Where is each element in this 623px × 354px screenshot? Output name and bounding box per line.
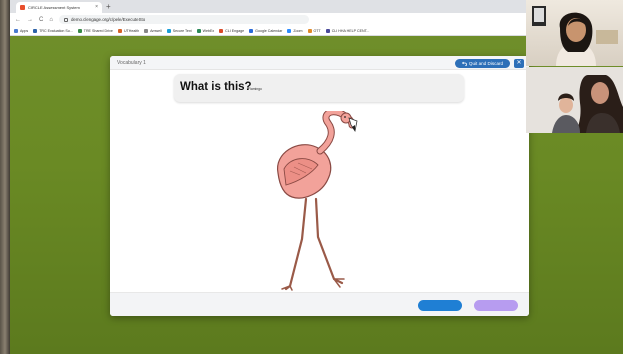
bookmark-label: Secure Text [172,28,192,33]
bookmark-item[interactable]: WebEx [196,28,215,33]
primary-action-button[interactable] [418,300,462,311]
bookmark-icon [166,28,171,33]
flamingo-image [277,111,358,291]
url-input[interactable]: demo.clengage.org/c/pele/ExecuteSto [58,15,309,24]
browser-tab[interactable]: CIRCLE Assessment System × [16,2,102,13]
bookmark-item[interactable]: TRC Evaluation Su... [33,28,73,33]
bookmark-label: CLI HHA HELP CENT... [331,28,370,33]
bookmark-item[interactable]: TRE Shared Drive [77,28,113,33]
bookmark-item[interactable]: Apps [14,28,29,33]
bookmark-icon [219,28,224,33]
secondary-action-button[interactable] [474,300,518,311]
undo-icon [461,61,467,66]
bookmark-item[interactable]: Amwell [144,28,162,33]
question-text: What is this? [180,81,252,93]
question-card: What is this? Flamingo [174,74,464,102]
bookmark-icon [307,28,312,33]
bookmark-icon [33,28,38,33]
close-tab-icon[interactable]: × [95,5,98,10]
new-tab-icon[interactable]: + [106,2,111,11]
modal-footer [110,292,529,316]
participant-1-avatar [532,6,618,66]
modal-header: Vocabulary 1 Quit and Discard ✕ [110,56,529,70]
bookmark-label: TRE Shared Drive [83,28,113,33]
bookmark-icon [325,28,330,33]
bookmark-icon [117,28,122,33]
bookmark-item[interactable]: UTHealth [117,28,140,33]
favicon-icon [20,5,25,10]
bookmark-label: TRC Evaluation Su... [39,28,73,33]
bookmark-icon [144,28,149,33]
bookmark-label: UTHealth [123,28,140,33]
close-icon[interactable]: ✕ [514,59,524,68]
bookmark-item[interactable]: CLI Engage [219,28,245,33]
bookmark-label: Google Calendar [255,28,283,33]
bookmark-label: Apps [20,28,29,33]
bookmark-item[interactable]: Zoom [287,28,303,33]
forward-icon[interactable]: → [27,17,33,23]
home-icon[interactable]: ⌂ [49,17,53,23]
lock-icon [63,17,68,22]
bookmark-label: CLI Engage [225,28,245,33]
video-tile-participant-2[interactable] [526,67,623,133]
bookmark-item[interactable]: OTT [307,28,321,33]
tab-title: CIRCLE Assessment System [28,5,80,10]
bookmark-label: Zoom [293,28,303,33]
participant-2-avatar [526,67,623,133]
bookmark-icon [77,28,82,33]
quit-label: Quit and Discard [468,61,504,66]
bookmark-label: Amwell [150,28,162,33]
bookmark-icon [14,28,18,33]
bookmark-icon [196,28,201,33]
bookmark-item[interactable]: CLI HHA HELP CENT... [325,28,370,33]
question-subtext: Flamingo [248,87,262,91]
modal-title: Vocabulary 1 [117,60,146,66]
assessment-modal: Vocabulary 1 Quit and Discard ✕ What is … [110,56,529,316]
screen-bezel [0,0,10,354]
bookmark-icon [287,28,292,33]
reload-icon[interactable]: C [39,17,43,23]
screen: CIRCLE Assessment System × + ← → C ⌂ dem… [0,0,623,354]
quit-and-discard-button[interactable]: Quit and Discard [455,59,510,68]
video-tile-participant-1[interactable] [526,0,623,66]
bookmark-item[interactable]: Secure Text [166,28,192,33]
bookmark-label: OTT [313,28,321,33]
bookmark-icon [249,28,254,33]
back-icon[interactable]: ← [15,17,21,23]
bookmark-item[interactable]: Google Calendar [249,28,283,33]
bookmark-label: WebEx [202,28,215,33]
url-text: demo.clengage.org/c/pele/ExecuteSto [70,17,146,22]
